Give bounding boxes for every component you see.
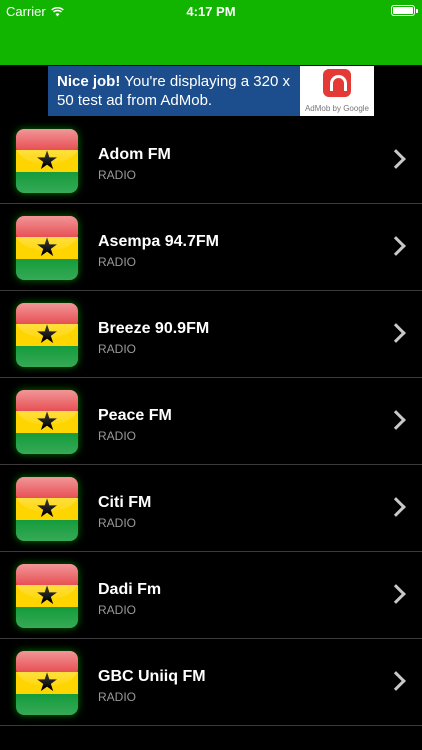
ghana-flag-icon: ★ [16,303,78,367]
ad-brand: AdMob by Google [304,104,370,113]
ad-text: Nice job! You're displaying a 320 x 50 t… [48,66,300,116]
chevron-right-icon [386,323,406,343]
station-row[interactable]: ★ Dadi Fm RADIO [0,552,422,639]
admob-logo-icon [323,69,351,97]
station-name: Citi FM [98,494,152,511]
ghana-flag-icon: ★ [16,477,78,541]
station-row[interactable]: ★ Breeze 90.9FM RADIO [0,291,422,378]
station-row[interactable]: ★ GBC Uniiq FM RADIO [0,639,422,726]
station-name: GBC Uniiq FM [98,668,206,685]
station-name: Peace FM [98,407,172,424]
station-type: RADIO [98,603,137,617]
chevron-right-icon [386,149,406,169]
chevron-right-icon [386,236,406,256]
ad-logo: AdMob by Google [300,66,374,116]
ghana-flag-icon: ★ [16,390,78,454]
station-name: Adom FM [98,146,171,163]
station-row[interactable]: ★ Adom FM RADIO [0,117,422,204]
station-row[interactable]: ★ Citi FM RADIO [0,465,422,552]
status-time: 4:17 PM [186,4,236,19]
admob-banner[interactable]: Nice job! You're displaying a 320 x 50 t… [48,66,374,116]
station-row[interactable]: ★ Peace FM RADIO [0,378,422,465]
station-type: RADIO [98,690,137,704]
station-type: RADIO [98,255,137,269]
chevron-right-icon [386,497,406,517]
ad-headline: Nice job! [57,73,121,90]
ghana-flag-icon: ★ [16,216,78,280]
station-name: Asempa 94.7FM [98,233,219,250]
navigation-bar [0,22,422,65]
chevron-right-icon [386,584,406,604]
chevron-right-icon [386,410,406,430]
station-list: ★ Adom FM RADIO ★ Asempa 94.7FM RADIO ★ Breeze … [0,117,422,726]
status-bar: Carrier 4:17 PM [0,0,422,22]
station-name: Breeze 90.9FM [98,320,210,337]
station-name: Dadi Fm [98,581,162,598]
station-type: RADIO [98,168,137,182]
ghana-flag-icon: ★ [16,651,78,715]
station-type: RADIO [98,429,137,443]
ghana-flag-icon: ★ [16,129,78,193]
station-type: RADIO [98,342,137,356]
ghana-flag-icon: ★ [16,564,78,628]
station-row[interactable]: ★ Asempa 94.7FM RADIO [0,204,422,291]
chevron-right-icon [386,671,406,691]
battery-icon [391,5,418,16]
station-type: RADIO [98,516,137,530]
